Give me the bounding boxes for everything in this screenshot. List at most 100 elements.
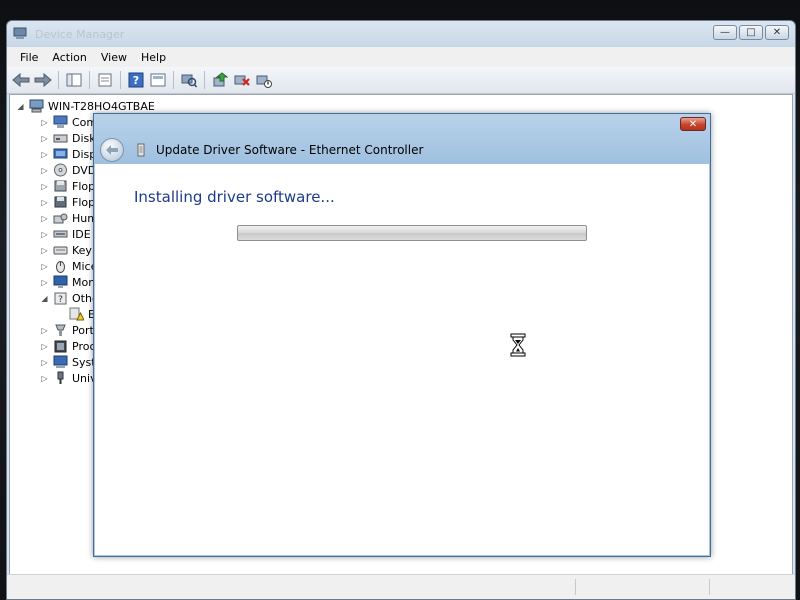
keyboard-icon [53, 243, 68, 257]
expand-arrow-icon[interactable]: ▷ [40, 166, 49, 175]
tree-item-label: Port [72, 323, 94, 337]
expand-arrow-icon[interactable]: ▷ [40, 374, 49, 383]
tree-item[interactable]: ▷ Keyb [40, 242, 99, 258]
back-arrow-icon [106, 145, 118, 155]
tree-item[interactable]: E [56, 306, 95, 322]
ide-controller-icon [53, 227, 68, 241]
help-icon: ? [128, 72, 144, 88]
status-divider [575, 579, 576, 595]
svg-text:?: ? [133, 74, 139, 87]
forward-button[interactable] [33, 70, 53, 90]
tree-item[interactable]: ▷ Syst [40, 354, 96, 370]
device-icon [137, 143, 145, 157]
scan-hardware-button[interactable] [179, 70, 199, 90]
dialog-close-button[interactable]: ✕ [680, 117, 706, 131]
console-tree-button[interactable] [64, 70, 84, 90]
minimize-button[interactable]: — [713, 25, 737, 40]
show-view-icon [150, 73, 166, 87]
expand-arrow-icon[interactable]: ▷ [40, 134, 49, 143]
forward-arrow-icon [34, 73, 52, 87]
tree-item[interactable]: ▷ Flop [40, 194, 95, 210]
tree-item[interactable]: ▷ Flop [40, 178, 95, 194]
tree-item[interactable]: ▷ Port [40, 322, 94, 338]
toolbar-separator [120, 71, 121, 89]
maximize-button[interactable]: □ [739, 25, 763, 40]
port-icon [53, 323, 68, 337]
update-driver-icon [213, 72, 228, 87]
tree-root-computer[interactable]: ◢ WIN-T28HO4GTBAE [16, 98, 155, 114]
expand-arrow-icon[interactable]: ▷ [40, 278, 49, 287]
tree-item[interactable]: ▷ Disk [40, 130, 95, 146]
menu-bar: File Action View Help [7, 47, 795, 68]
tree-item[interactable]: ▷ Univ [40, 370, 97, 386]
expand-arrow-icon[interactable]: ▷ [40, 326, 49, 335]
tree-item[interactable]: ▷ Mice [40, 258, 97, 274]
dialog-header[interactable]: ✕ Update Driver Software - Ethernet Cont… [94, 114, 710, 164]
expand-arrow-icon[interactable]: ▷ [40, 262, 49, 271]
expand-arrow-icon[interactable]: ▷ [40, 198, 49, 207]
update-driver-button[interactable] [210, 70, 230, 90]
tree-item[interactable]: ▷ Proc [40, 338, 96, 354]
dialog-title: Update Driver Software - Ethernet Contro… [156, 143, 424, 157]
show-view-button[interactable] [148, 70, 168, 90]
toolbar-separator [89, 71, 90, 89]
dialog-back-button[interactable] [100, 138, 124, 162]
floppy-drive-icon [53, 195, 68, 209]
display-adapter-icon [53, 147, 68, 161]
expand-arrow-icon[interactable]: ▷ [40, 246, 49, 255]
toolbar-separator [58, 71, 59, 89]
toolbar-separator [204, 71, 205, 89]
tree-item[interactable]: ▷ DVD [40, 162, 96, 178]
back-arrow-icon [12, 73, 30, 87]
tree-item[interactable]: ▷ Hum [40, 210, 98, 226]
menu-help[interactable]: Help [134, 51, 173, 64]
device-manager-icon [13, 27, 27, 39]
properties-button[interactable] [95, 70, 115, 90]
expand-arrow-icon[interactable]: ▷ [40, 230, 49, 239]
monitor-icon [53, 275, 68, 289]
expand-arrow-icon[interactable]: ▷ [40, 182, 49, 191]
back-button[interactable] [11, 70, 31, 90]
collapse-arrow-icon[interactable]: ◢ [16, 102, 25, 111]
tree-item[interactable]: ◢? Othe [40, 290, 98, 306]
scan-hardware-icon [181, 74, 197, 88]
toolbar-separator [173, 71, 174, 89]
window-titlebar[interactable]: Device Manager — □ ✕ [7, 21, 795, 47]
dvd-drive-icon [53, 163, 68, 177]
expand-arrow-icon[interactable]: ▷ [40, 358, 49, 367]
computer-icon [29, 99, 44, 113]
usb-controller-icon [53, 371, 68, 385]
status-divider [709, 579, 710, 595]
update-driver-dialog: ✕ Update Driver Software - Ethernet Cont… [93, 113, 711, 557]
menu-action[interactable]: Action [45, 51, 93, 64]
expand-arrow-icon[interactable]: ▷ [40, 118, 49, 127]
install-progress-bar [237, 225, 587, 241]
expand-arrow-icon[interactable]: ▷ [40, 342, 49, 351]
computer-name: WIN-T28HO4GTBAE [48, 99, 155, 113]
window-title: Device Manager [35, 28, 125, 41]
expand-arrow-icon[interactable]: ▷ [40, 214, 49, 223]
tree-item[interactable]: ▷ Mon [40, 274, 95, 290]
tree-item-label: Proc [72, 339, 96, 353]
tree-item[interactable]: ▷ Com [40, 114, 97, 130]
tree-item-label: Syst [72, 355, 96, 369]
status-bar [7, 574, 795, 599]
tree-item[interactable]: ▷ IDE [40, 226, 91, 242]
tree-item-label: Flop [72, 179, 96, 193]
disable-icon [256, 75, 272, 88]
hid-icon [53, 211, 68, 225]
floppy-controller-icon [53, 179, 68, 193]
disable-button[interactable] [254, 70, 274, 90]
uninstall-button[interactable] [232, 70, 252, 90]
collapse-arrow-icon[interactable]: ◢ [40, 294, 49, 303]
close-button[interactable]: ✕ [765, 25, 789, 40]
computer-icon [53, 115, 68, 129]
uninstall-icon [234, 75, 250, 86]
installing-heading: Installing driver software... [134, 188, 335, 206]
menu-file[interactable]: File [13, 51, 45, 64]
tree-item-label: IDE [72, 227, 91, 241]
menu-view[interactable]: View [94, 51, 134, 64]
tree-item[interactable]: ▷ Disp [40, 146, 96, 162]
help-button[interactable]: ? [126, 70, 146, 90]
expand-arrow-icon[interactable]: ▷ [40, 150, 49, 159]
